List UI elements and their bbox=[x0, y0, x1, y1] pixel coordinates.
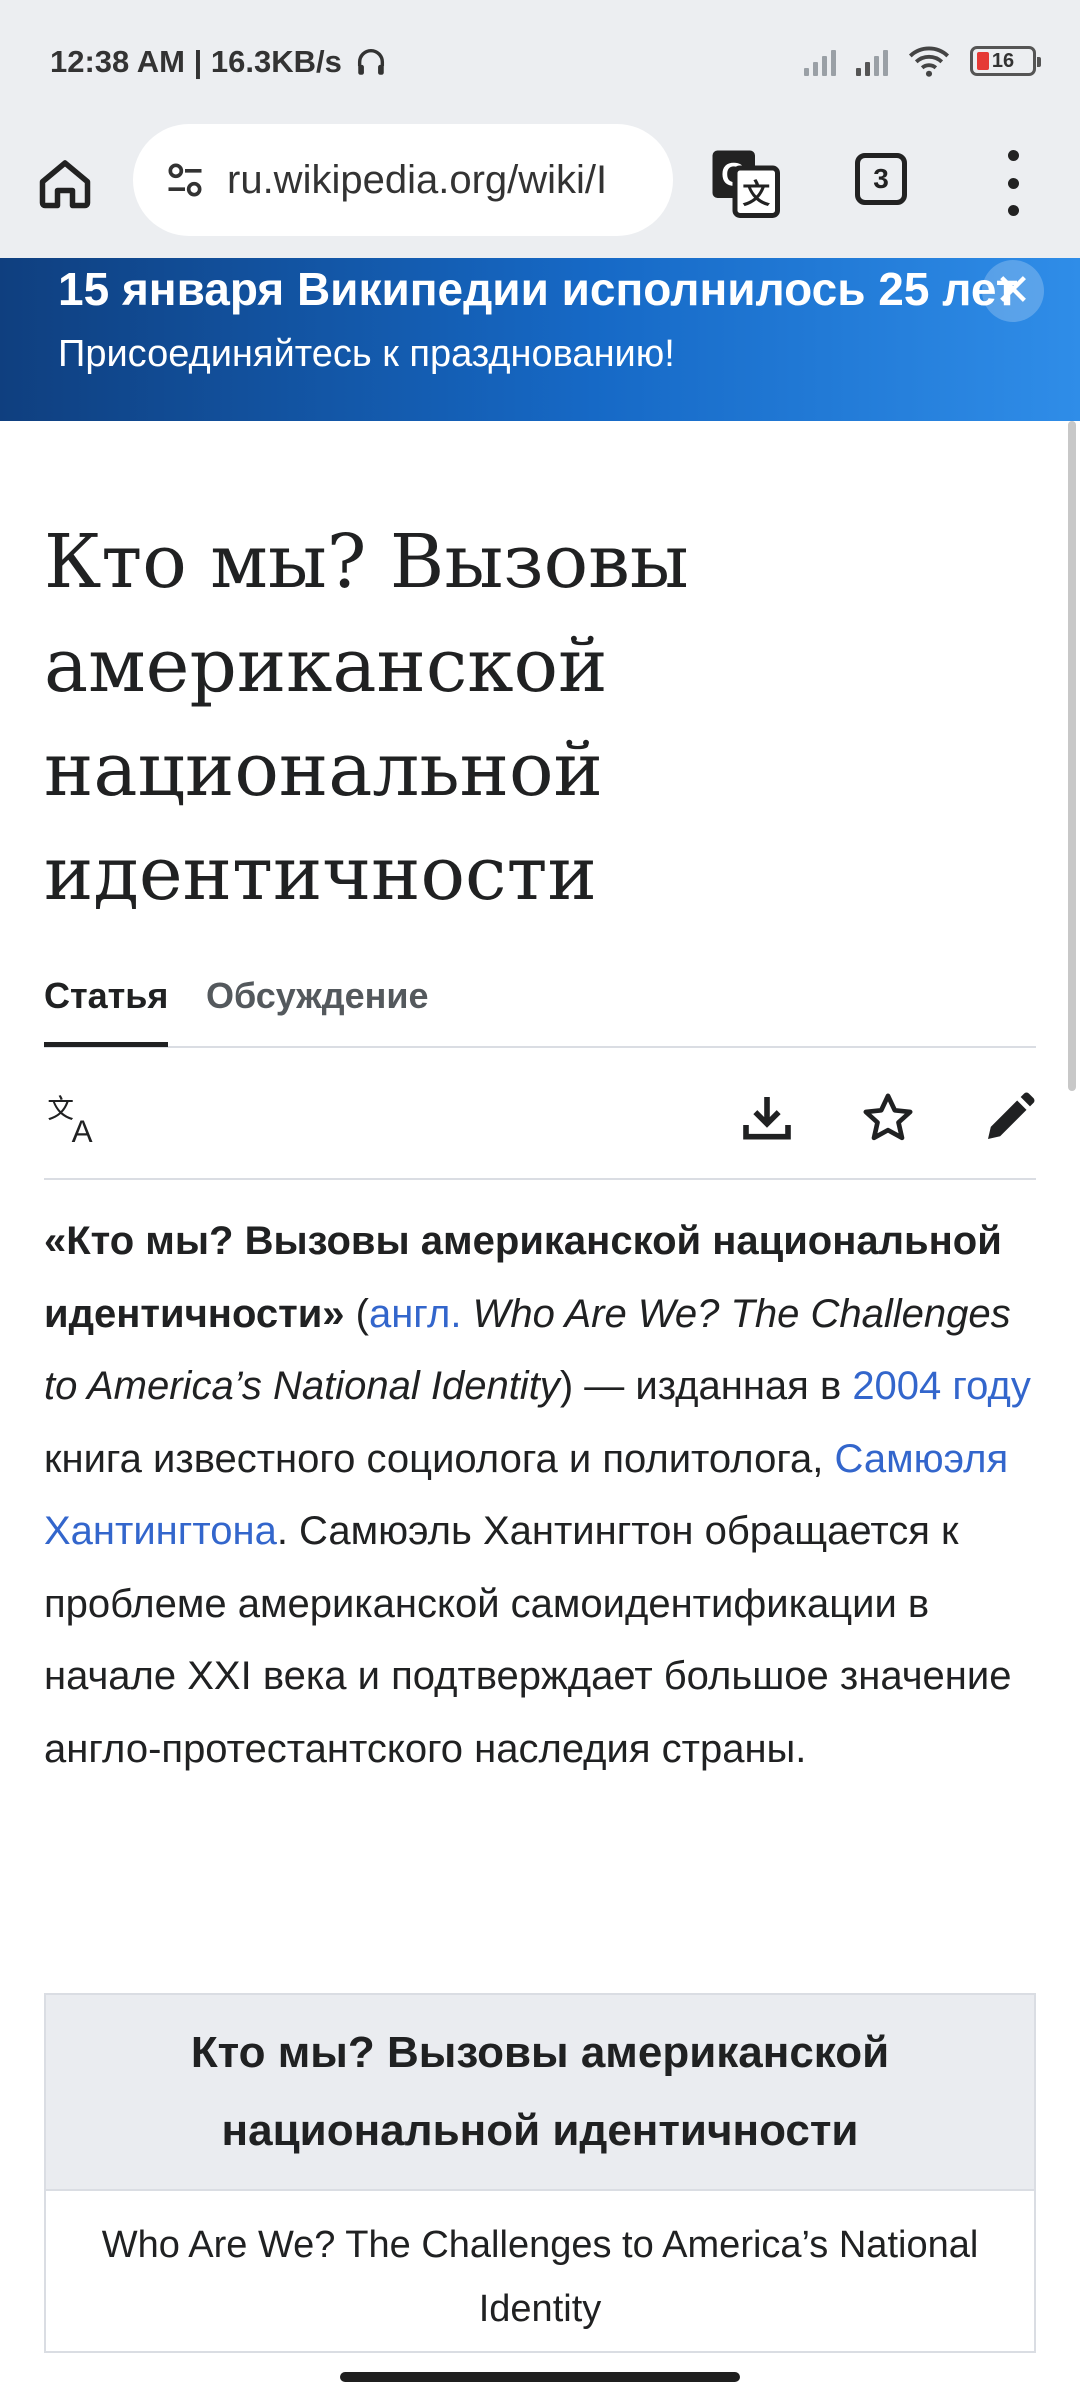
svg-text:文: 文 bbox=[47, 1094, 74, 1125]
namespace-tabs: Статья Обсуждение bbox=[44, 965, 1036, 1048]
wifi-icon bbox=[908, 46, 950, 77]
status-time-speed: 12:38 AM | 16.3KB/s bbox=[50, 44, 342, 79]
home-icon bbox=[39, 160, 91, 209]
lead-text-1: ) — изданная в bbox=[559, 1364, 853, 1408]
signal-icon bbox=[856, 46, 888, 76]
lang-link[interactable]: англ. bbox=[369, 1292, 462, 1336]
more-vert-icon[interactable] bbox=[995, 150, 1031, 216]
edit-button[interactable] bbox=[979, 1088, 1039, 1148]
site-settings-icon[interactable] bbox=[163, 158, 207, 202]
banner-title[interactable]: 15 января Википедии исполнилось 25 лет bbox=[58, 262, 1018, 316]
download-button[interactable] bbox=[737, 1088, 797, 1148]
tab-article[interactable]: Статья bbox=[44, 975, 168, 1017]
page-actions: 文 A bbox=[44, 1048, 1036, 1180]
lead-text-2: книга известного социолога и политолога, bbox=[44, 1436, 835, 1481]
anniversary-banner[interactable]: 15 января Википедии исполнилось 25 лет П… bbox=[0, 258, 1080, 421]
svg-text:文: 文 bbox=[743, 178, 771, 210]
language-button[interactable]: 文 A bbox=[44, 1088, 104, 1148]
infobox-original-title: Who Are We? The Challenges to America’s … bbox=[46, 2191, 1034, 2351]
tab-switcher-button[interactable]: 3 bbox=[855, 153, 907, 205]
close-icon[interactable]: ✕ bbox=[982, 260, 1044, 322]
watch-button[interactable] bbox=[858, 1088, 918, 1148]
infobox-title: Кто мы? Вызовы американской национальной… bbox=[46, 1995, 1034, 2191]
browser-toolbar: ru.wikipedia.org/wiki/I G 文 3 bbox=[0, 120, 1080, 258]
lead-text-paren: ( bbox=[344, 1291, 369, 1336]
battery-icon: 16 bbox=[970, 46, 1041, 76]
svg-text:A: A bbox=[72, 1114, 93, 1147]
scrollbar[interactable] bbox=[1068, 421, 1076, 1091]
status-right: 16 bbox=[804, 44, 1041, 78]
home-button[interactable] bbox=[30, 148, 100, 218]
url-text[interactable]: ru.wikipedia.org/wiki/I bbox=[227, 158, 607, 203]
year-link[interactable]: 2004 году bbox=[852, 1364, 1031, 1408]
banner-subtitle[interactable]: Присоединяйтесь к празднованию! bbox=[58, 333, 675, 376]
signal-weak-icon bbox=[804, 46, 836, 76]
page-title: Кто мы? Вызовы американской национальной… bbox=[44, 519, 689, 917]
translate-icon: G 文 bbox=[712, 150, 780, 218]
lead-paragraph: «Кто мы? Вызовы американской национально… bbox=[44, 1205, 1038, 1785]
pencil-icon bbox=[988, 1092, 1035, 1139]
download-icon bbox=[743, 1097, 791, 1140]
language-icon: 文 A bbox=[47, 1094, 93, 1147]
gesture-bar[interactable] bbox=[340, 2372, 740, 2382]
status-bar: 12:38 AM | 16.3KB/s 16 bbox=[0, 0, 1080, 120]
tab-talk[interactable]: Обсуждение bbox=[206, 975, 429, 1017]
infobox: Кто мы? Вызовы американской национальной… bbox=[44, 1993, 1036, 2353]
star-icon bbox=[863, 1093, 913, 1141]
address-bar[interactable]: ru.wikipedia.org/wiki/I bbox=[133, 124, 673, 236]
headphones-icon bbox=[357, 49, 384, 75]
battery-level: 16 bbox=[991, 49, 1015, 72]
active-tab-indicator bbox=[44, 1042, 168, 1047]
status-left: 12:38 AM | 16.3KB/s bbox=[50, 44, 388, 80]
translate-button[interactable]: G 文 bbox=[710, 148, 780, 218]
